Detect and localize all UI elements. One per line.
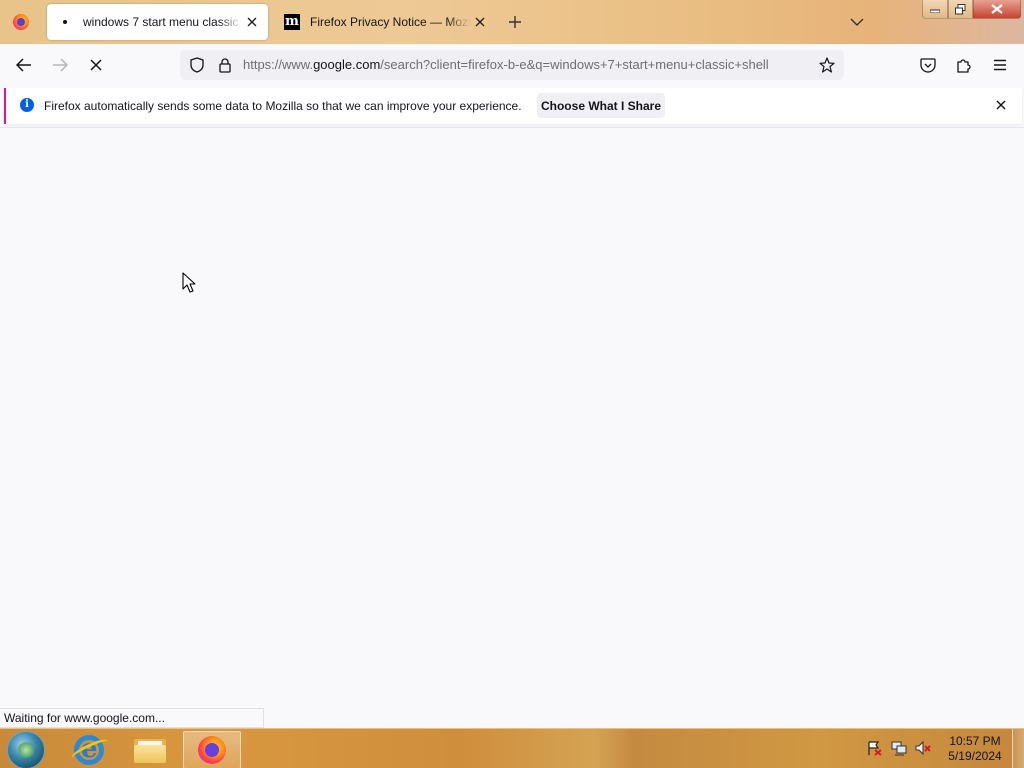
lock-icon[interactable]: [215, 55, 235, 75]
hamburger-menu-icon: [994, 59, 1006, 71]
start-button[interactable]: [7, 731, 45, 768]
pocket-icon: [920, 57, 936, 73]
url-text[interactable]: https://www.google.com/search?client=fir…: [243, 57, 813, 73]
close-window-button[interactable]: [973, 0, 1021, 19]
shield-icon[interactable]: [187, 55, 207, 75]
chevron-down-icon: [850, 18, 864, 26]
internet-explorer-icon: [74, 734, 104, 765]
new-tab-button[interactable]: [503, 10, 527, 34]
close-tab-icon[interactable]: [470, 12, 490, 32]
extensions-button[interactable]: [949, 50, 979, 80]
clock-date: 5/19/2024: [948, 749, 1002, 763]
forward-button[interactable]: [45, 50, 75, 80]
pocket-button[interactable]: [913, 50, 943, 80]
arrow-left-icon: [16, 58, 31, 72]
window-controls: [922, 0, 1021, 20]
stop-icon: [90, 59, 102, 71]
loading-dot-icon: [57, 14, 73, 30]
windows-taskbar: 10:57 PM 5/19/2024: [0, 728, 1024, 768]
tab-google-search[interactable]: windows 7 start menu classic shell - Goo…: [47, 4, 268, 40]
firefox-logo-icon: [13, 14, 29, 30]
minimize-button[interactable]: [922, 0, 948, 19]
show-desktop-button[interactable]: [1012, 729, 1024, 768]
tab-title: Firefox Privacy Notice — Mozilla: [310, 15, 470, 29]
navigation-toolbar: https://www.google.com/search?client=fir…: [0, 44, 1024, 86]
volume-muted-icon[interactable]: [915, 740, 931, 756]
firefox-icon: [198, 736, 226, 764]
url-bar[interactable]: https://www.google.com/search?client=fir…: [180, 50, 844, 80]
folder-icon: [134, 737, 166, 763]
puzzle-icon: [957, 59, 971, 73]
firefox-view-button[interactable]: [0, 0, 42, 44]
bookmark-star-icon[interactable]: [817, 55, 837, 75]
action-center-flag-icon[interactable]: [866, 740, 882, 756]
taskbar-windows-explorer[interactable]: [121, 731, 179, 768]
tab-firefox-privacy-notice[interactable]: m Firefox Privacy Notice — Mozilla: [274, 4, 496, 40]
choose-what-i-share-button[interactable]: Choose What I Share: [537, 93, 665, 118]
status-panel: Waiting for www.google.com...: [0, 708, 264, 728]
restore-icon: [955, 3, 966, 14]
close-tab-icon[interactable]: [242, 12, 262, 32]
notification-message: Firefox automatically sends some data to…: [44, 99, 522, 113]
url-path: /search?client=firefox-b-e&q=windows+7+s…: [380, 57, 769, 72]
stop-button[interactable]: [81, 50, 111, 80]
mozilla-m-icon: m: [284, 14, 300, 30]
list-all-tabs-button[interactable]: [846, 12, 868, 32]
url-prefix: https://www.: [243, 57, 314, 72]
clock-time: 10:57 PM: [949, 734, 1001, 748]
app-menu-button[interactable]: [985, 50, 1015, 80]
system-clock[interactable]: 10:57 PM 5/19/2024: [944, 734, 1006, 764]
close-notification-icon[interactable]: [992, 96, 1010, 114]
page-content[interactable]: [0, 127, 1024, 728]
url-domain: google.com: [313, 57, 381, 72]
close-icon: [991, 4, 1003, 14]
title-bar: windows 7 start menu classic shell - Goo…: [0, 0, 1024, 44]
mouse-cursor-icon: [182, 272, 196, 293]
network-icon[interactable]: [891, 740, 907, 756]
restore-button[interactable]: [948, 0, 973, 19]
plus-icon: [509, 16, 521, 28]
taskbar-internet-explorer[interactable]: [60, 731, 118, 768]
arrow-right-icon: [53, 58, 68, 72]
data-collection-notification: i Firefox automatically sends some data …: [4, 88, 1022, 124]
taskbar-firefox[interactable]: [183, 731, 241, 768]
back-button[interactable]: [9, 50, 39, 80]
info-icon: i: [20, 98, 34, 112]
minimize-icon: [930, 9, 940, 13]
tab-title: windows 7 start menu classic shell - Goo…: [83, 15, 242, 29]
